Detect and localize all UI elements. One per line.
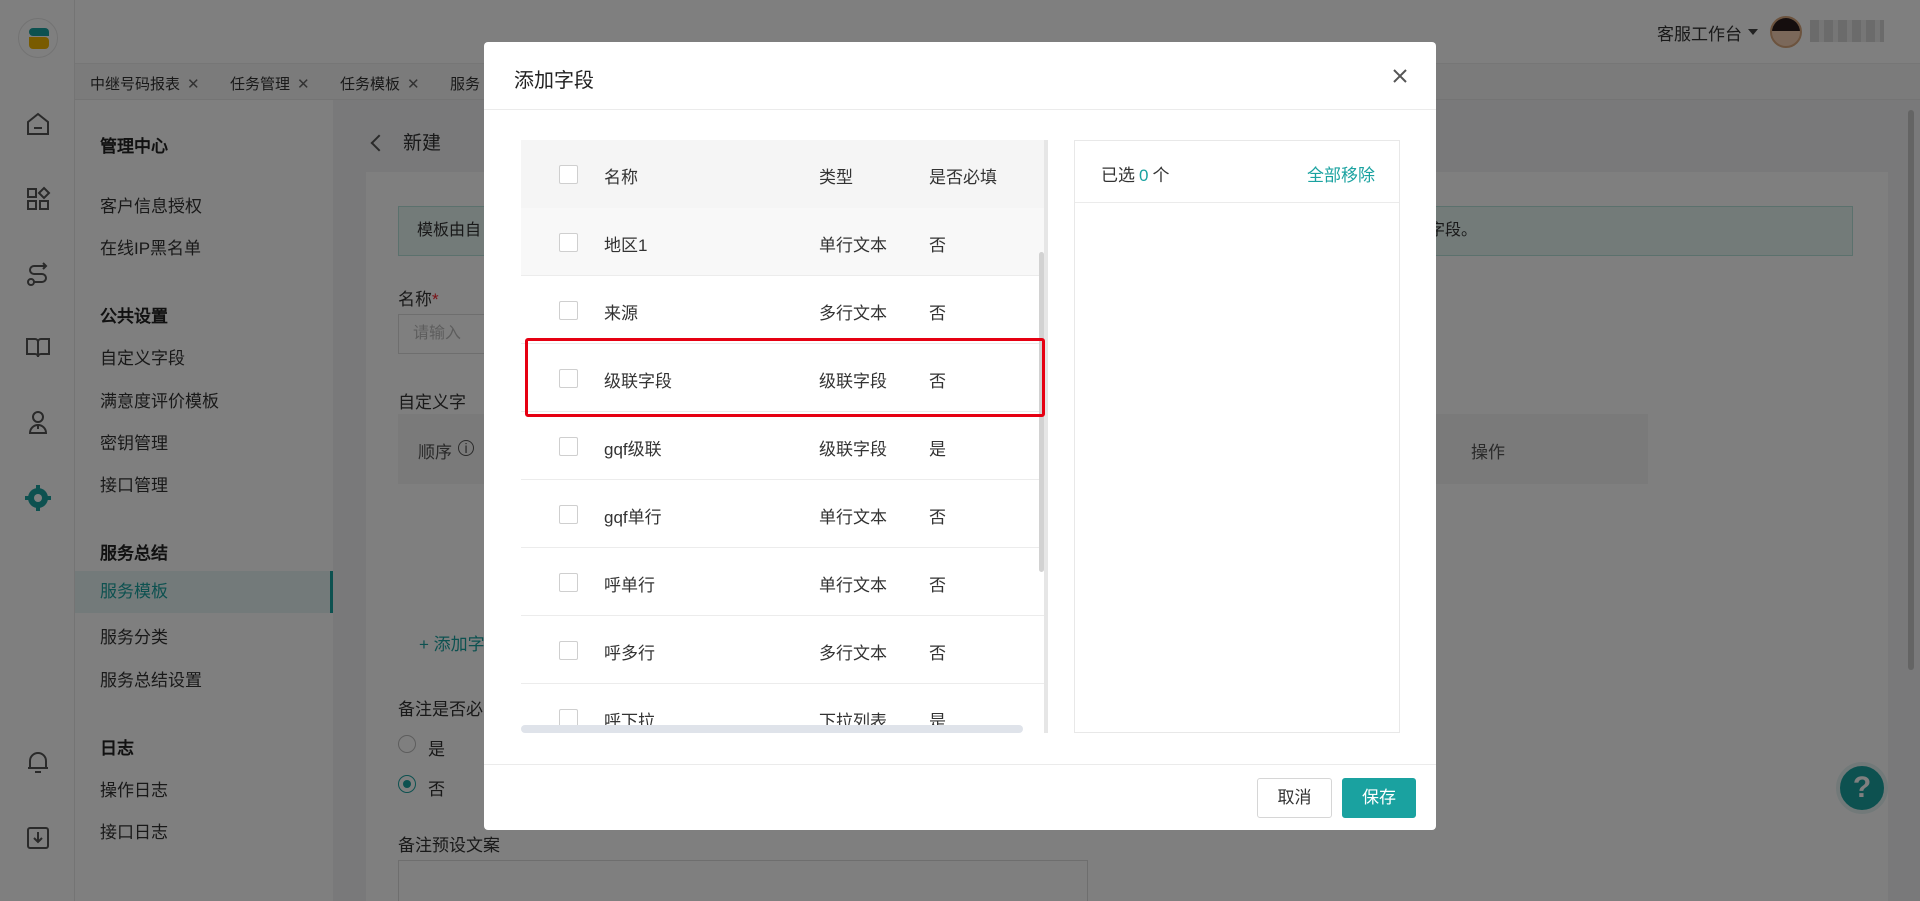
row-checkbox[interactable] [559,505,578,524]
col-type: 类型 [819,168,853,187]
cancel-button[interactable]: 取消 [1257,778,1332,818]
row-checkbox[interactable] [559,641,578,660]
select-all-checkbox[interactable] [559,165,578,184]
remove-all-button[interactable]: 全部移除 [1307,161,1375,186]
row-checkbox[interactable] [559,301,578,320]
selected-panel: 已选 0 个 全部移除 [1074,140,1400,733]
field-list-header: 名称 类型 是否必填 [521,140,1044,208]
selected-header: 已选 0 个 全部移除 [1075,141,1399,203]
list-item[interactable]: gqf单行 单行文本 否 [521,480,1044,548]
list-horizontal-scrollbar[interactable] [521,725,1023,733]
add-field-dialog: 添加字段 名称 类型 是否必填 地区1 单行文本 否 来源 多行文本 否 级联字… [484,42,1436,830]
col-required: 是否必填 [929,168,997,187]
row-checkbox[interactable] [559,233,578,252]
close-icon[interactable] [1388,64,1412,88]
save-button[interactable]: 保存 [1342,778,1416,818]
row-checkbox[interactable] [559,437,578,456]
list-item[interactable]: 呼单行 单行文本 否 [521,548,1044,616]
divider [484,109,1436,110]
list-item[interactable]: 来源 多行文本 否 [521,276,1044,344]
highlight-box [525,338,1045,417]
list-item[interactable]: 地区1 单行文本 否 [521,208,1044,276]
selected-count: 已选 0 个 [1101,166,1170,185]
col-name: 名称 [604,168,638,187]
divider [484,764,1436,765]
list-item[interactable]: gqf级联 级联字段 是 [521,412,1044,480]
dialog-title: 添加字段 [514,70,594,92]
field-list: 名称 类型 是否必填 地区1 单行文本 否 来源 多行文本 否 级联字段 级联字… [521,140,1048,733]
list-item[interactable]: 呼多行 多行文本 否 [521,616,1044,684]
row-checkbox[interactable] [559,573,578,592]
